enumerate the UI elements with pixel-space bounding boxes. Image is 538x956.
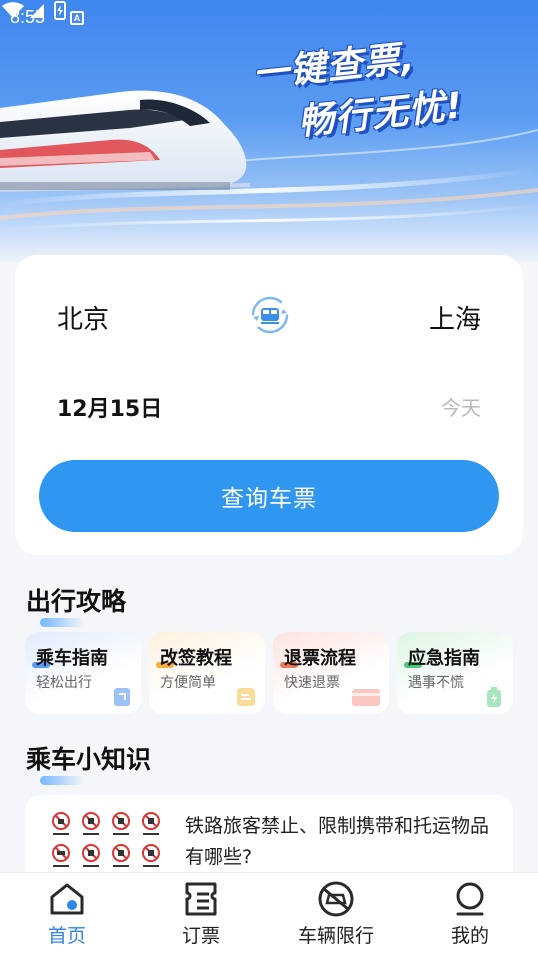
guide-card-title: 改签教程	[160, 648, 232, 669]
guide-card-title: 应急指南	[408, 648, 480, 669]
knowledge-article-title: 铁路旅客禁止、限制携带和托运物品有哪些?	[185, 815, 490, 868]
nav-label: 订票	[181, 925, 220, 947]
nav-label: 车辆限行	[297, 925, 374, 947]
from-city[interactable]: 北京	[57, 299, 109, 336]
hero-banner: 8:55 A 一键查票, 畅行无忧!	[0, 0, 538, 262]
nav-label: 我的	[450, 925, 489, 947]
day-label: 今天	[441, 396, 481, 420]
ticket-icon	[185, 882, 217, 916]
nav-label: 首页	[47, 925, 86, 947]
guide-card-title: 退票流程	[284, 648, 356, 669]
guide-card-rebooking[interactable]: 改签教程 方便简单	[149, 632, 265, 714]
knowledge-title: 乘车小知识	[26, 740, 151, 785]
nav-tickets[interactable]: 订票	[146, 881, 256, 953]
search-tickets-button[interactable]: 查询车票	[39, 460, 499, 532]
guide-card-subtitle: 方便简单	[160, 675, 216, 691]
to-city[interactable]: 上海	[429, 299, 481, 336]
guide-card-refund[interactable]: 退票流程 快速退票	[273, 632, 389, 714]
guide-card-subtitle: 轻松出行	[36, 675, 92, 691]
profile-icon	[456, 882, 484, 916]
guide-card-title: 乘车指南	[36, 648, 108, 669]
guide-card-emergency[interactable]: 应急指南 遇事不慌	[397, 632, 513, 714]
swap-stations-icon[interactable]	[250, 295, 290, 335]
boarding-guide-icon	[114, 688, 130, 706]
ticket-search-card: 北京 上海 12月15日 今天 查询车票	[15, 255, 523, 555]
refund-card-icon	[352, 689, 380, 706]
signal-battery-icon	[2, 1, 66, 20]
nav-vehicle-restriction[interactable]: 车辆限行	[281, 881, 391, 953]
nav-home[interactable]: 首页	[12, 881, 122, 953]
bottom-nav: 首页 订票 车辆限行 我的	[0, 872, 538, 956]
travel-date[interactable]: 12月15日	[57, 391, 162, 423]
status-bar: 8:55 A	[0, 0, 538, 36]
guide-card-subtitle: 遇事不慌	[408, 675, 464, 691]
home-icon	[50, 883, 84, 915]
guide-card-boarding[interactable]: 乘车指南 轻松出行	[25, 632, 141, 714]
travel-guide-title: 出行攻略	[26, 582, 126, 627]
rebooking-icon	[237, 688, 255, 706]
notification-icon: A	[70, 11, 84, 25]
prohibited-items-thumbnail	[52, 812, 160, 867]
nav-profile[interactable]: 我的	[415, 881, 525, 953]
car-restriction-icon	[318, 881, 354, 917]
emergency-battery-icon	[487, 687, 501, 707]
guide-card-subtitle: 快速退票	[284, 675, 340, 691]
